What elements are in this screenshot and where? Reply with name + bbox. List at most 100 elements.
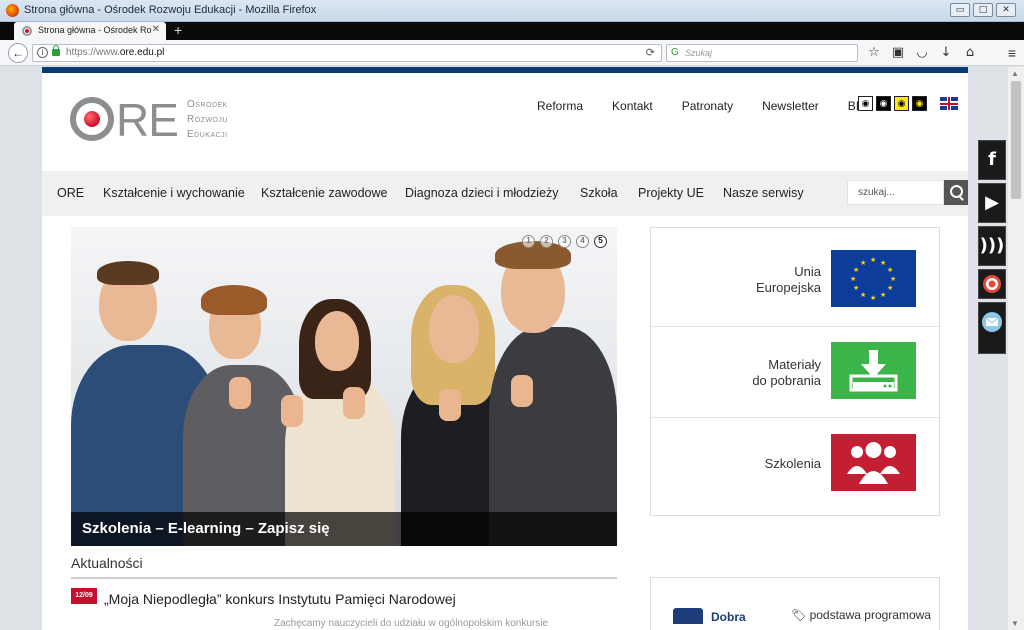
pocket-icon[interactable]: ◡ [914,45,930,61]
top-links: Reforma Kontakt Patronaty Newsletter BIP [537,99,896,113]
target-icon [979,270,1005,298]
home-icon[interactable]: ⌂ [962,45,978,61]
top-stripe [42,67,968,73]
site-search-input[interactable]: szukaj... [847,180,944,205]
news-date-badge: 12/09 [71,588,97,604]
back-button[interactable]: ← [8,43,28,63]
tag-link[interactable]: 🏷 podstawa programowa [791,608,931,622]
downloads-label[interactable]: Materiały do pobrania [752,357,821,389]
scroll-up-icon[interactable]: ▲ [1011,69,1019,78]
eu-stars: ★ ★ ★ ★ ★ ★ ★ ★ ★ ★ ★ ★ [850,257,897,302]
nav-projekty-ue[interactable]: Projekty UE [638,186,704,200]
slide-caption-text[interactable]: Szkolenia – E-learning – Zapisz się [82,520,330,537]
training-label[interactable]: Szkolenia [765,456,821,472]
contrast-yellow-black-icon[interactable]: ◉ [894,96,909,111]
slider-dot-1[interactable]: 1 [522,235,535,248]
hero-slider[interactable]: 1 2 3 4 5 Szkolenia – E-learning – Zapis… [71,227,617,546]
english-flag-icon[interactable] [940,97,958,110]
lock-icon[interactable] [52,45,60,56]
slider-dot-3[interactable]: 3 [558,235,571,248]
eu-link-row[interactable]: Unia Europejska ★ ★ ★ ★ ★ ★ ★ ★ ★ ★ ★ ★ [651,228,939,327]
facebook-icon: f [988,149,996,170]
search-icon[interactable] [944,180,968,205]
toplink-newsletter[interactable]: Newsletter [762,99,819,113]
scroll-thumb[interactable] [1011,81,1021,199]
page-content: RE Ośrodek Rozwoju Edukacji Reforma Kont… [42,67,968,630]
tab-title: Strona główna - Ośrodek Ro [38,25,152,35]
url-bar[interactable]: i https://www.ore.edu.pl ⟳ [32,44,662,62]
new-tab-button[interactable]: + [174,23,182,37]
toolbar-icons: ☆ ▣ ◡ ↓ ⌂ [866,45,978,61]
eu-label[interactable]: Unia Europejska [756,264,821,296]
minimize-button[interactable]: ▭ [950,3,970,17]
url-text[interactable]: https://www.ore.edu.pl [66,47,164,58]
facebook-button[interactable]: f [978,140,1006,180]
nav-szkola[interactable]: Szkoła [580,186,618,200]
maximize-button[interactable]: □ [973,3,993,17]
rss-icon: ))) [979,235,1005,256]
dobra-brand[interactable]: Dobra [711,610,746,624]
download-icon[interactable] [831,342,916,399]
contrast-black-yellow-icon[interactable]: ◉ [912,96,927,111]
close-window-button[interactable]: ✕ [996,3,1016,17]
contrast-default-icon[interactable]: ◉ [858,96,873,111]
news-divider [71,577,617,579]
slide-person [71,227,617,546]
page-scrollbar[interactable]: ▲ ▼ [1008,67,1024,630]
scroll-down-icon[interactable]: ▼ [1011,619,1019,628]
slider-dot-2[interactable]: 2 [540,235,553,248]
reading-list-icon[interactable]: ▣ [890,45,906,61]
nav-ore[interactable]: ORE [57,186,84,200]
nav-diagnoza[interactable]: Diagnoza dzieci i młodzieży [405,186,559,200]
browser-tab[interactable]: Strona główna - Ośrodek Ro ✕ [14,22,166,40]
browser-toolbar: ← i https://www.ore.edu.pl ⟳ G Szukaj ☆ … [0,40,1024,66]
quick-links-panel: Unia Europejska ★ ★ ★ ★ ★ ★ ★ ★ ★ ★ ★ ★ Materiał… [650,227,940,516]
training-link-row[interactable]: Szkolenia [651,418,939,515]
ore-target-button[interactable] [978,269,1006,299]
group-users-icon[interactable] [831,434,916,491]
logo-o-mark [70,97,114,141]
page-viewport: RE Ośrodek Rozwoju Edukacji Reforma Kont… [0,67,1024,630]
nav-ksztalcenie-zawodowe[interactable]: Kształcenie zawodowe [261,186,387,200]
slider-pagination: 1 2 3 4 5 [522,235,607,248]
search-engine-icon[interactable]: G [671,47,679,58]
toplink-reforma[interactable]: Reforma [537,99,583,113]
logo-wordmark: RE [116,94,179,146]
youtube-button[interactable]: ▶ [978,183,1006,223]
dobra-logo-icon [673,608,703,624]
eu-flag-icon[interactable]: ★ ★ ★ ★ ★ ★ ★ ★ ★ ★ ★ ★ [831,250,916,307]
play-icon: ▶ [985,192,999,213]
email-button[interactable] [978,302,1006,354]
browser-search-placeholder: Szukaj [685,48,713,58]
news-heading: Aktualności [71,555,143,571]
ore-logo[interactable]: RE Ośrodek Rozwoju Edukacji [70,94,240,146]
news-headline-link[interactable]: „Moja Niepodległa” konkurs Instytutu Pam… [104,591,456,607]
window-titlebar: Strona główna - Ośrodek Rozwoju Edukacji… [0,0,1024,22]
email-icon [979,303,1005,353]
toplink-patronaty[interactable]: Patronaty [682,99,733,113]
logo-subtitle: Ośrodek Rozwoju Edukacji [187,99,229,140]
slide-caption[interactable]: Szkolenia – E-learning – Zapisz się [71,512,617,546]
rss-button[interactable]: ))) [978,226,1006,266]
reload-icon[interactable]: ⟳ [646,46,655,59]
nav-ksztalcenie-wychowanie[interactable]: Kształcenie i wychowanie [103,186,245,200]
slider-dot-4[interactable]: 4 [576,235,589,248]
browser-search-input[interactable]: G Szukaj [666,44,858,62]
main-navigation: ORE Kształcenie i wychowanie Kształcenie… [42,171,968,216]
contrast-dark-icon[interactable]: ◉ [876,96,891,111]
hamburger-menu-icon[interactable]: ≡ [1008,45,1016,61]
accessibility-controls: ◉ ◉ ◉ ◉ [858,96,927,111]
close-tab-icon[interactable]: ✕ [152,24,160,35]
info-icon[interactable]: i [37,47,48,58]
bookmark-star-icon[interactable]: ☆ [866,45,882,61]
nav-nasze-serwisy[interactable]: Nasze serwisy [723,186,804,200]
toplink-kontakt[interactable]: Kontakt [612,99,653,113]
tab-bar: Strona główna - Ośrodek Ro ✕ + [0,22,1024,40]
dobra-szkola-box[interactable]: Dobra 🏷 podstawa programowa [650,577,940,630]
downloads-link-row[interactable]: Materiały do pobrania [651,327,939,418]
news-teaser: Zachęcamy nauczycieli do udziału w ogóln… [274,618,549,629]
slider-dot-5[interactable]: 5 [594,235,607,248]
firefox-icon [6,4,19,17]
downloads-icon[interactable]: ↓ [938,45,954,61]
favicon-icon [22,26,32,36]
